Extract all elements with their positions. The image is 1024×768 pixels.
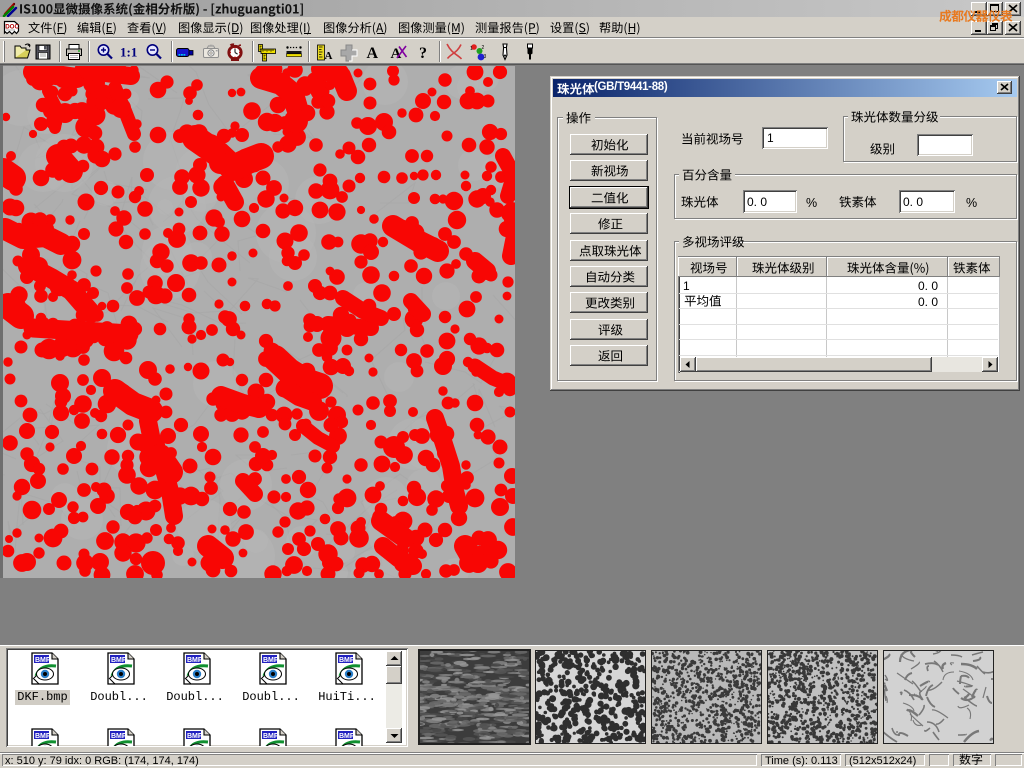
svg-text:2: 2 (482, 45, 485, 51)
svg-text:3: 3 (484, 54, 487, 60)
svg-text:A: A (325, 50, 333, 62)
svg-text:DOC: DOC (5, 24, 19, 31)
svg-text:1:1: 1:1 (120, 45, 137, 60)
svg-text:?: ? (419, 45, 427, 62)
svg-text:A: A (367, 45, 379, 62)
svg-text:1: 1 (470, 46, 473, 52)
